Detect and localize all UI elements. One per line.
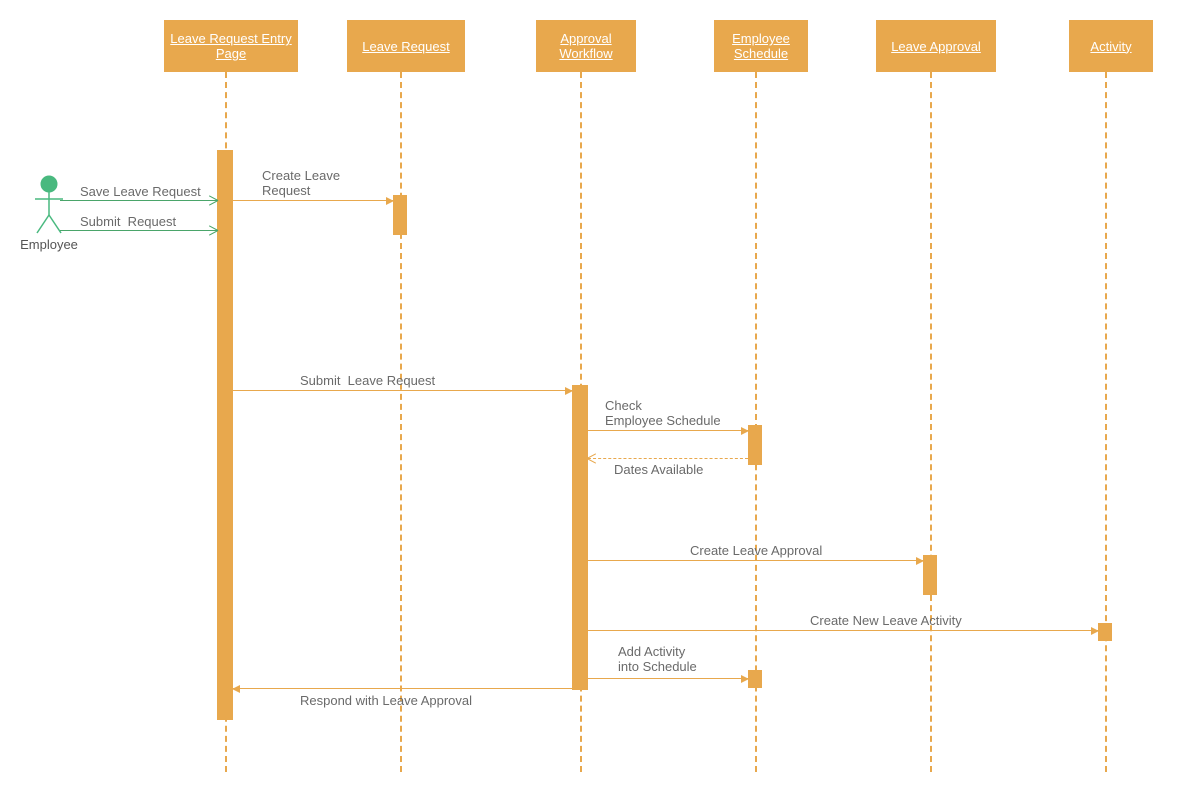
lifeline-schedule (755, 72, 757, 772)
msg-create-leave-approval-label: Create Leave Approval (690, 543, 822, 558)
msg-respond-approval-label: Respond with Leave Approval (300, 693, 472, 708)
activation-schedule-2 (748, 670, 762, 688)
lifeline-request (400, 72, 402, 772)
lifeline-head-schedule: Employee Schedule (714, 20, 808, 72)
msg-add-activity-label: Add Activity into Schedule (618, 644, 697, 674)
msg-create-new-activity-label: Create New Leave Activity (810, 613, 962, 628)
activation-approval (923, 555, 937, 595)
actor-icon (31, 175, 67, 235)
lifeline-head-activity: Activity (1069, 20, 1153, 72)
msg-dates-available (588, 458, 748, 459)
msg-dates-available-label: Dates Available (614, 462, 703, 477)
msg-create-leave-approval (588, 560, 923, 561)
lifeline-head-entry: Leave Request Entry Page (164, 20, 298, 72)
msg-submit-leave-request (233, 390, 572, 391)
msg-respond-approval (233, 688, 572, 689)
lifeline-head-request: Leave Request (347, 20, 465, 72)
lifeline-head-workflow: Approval Workflow (536, 20, 636, 72)
actor-label: Employee (14, 237, 84, 252)
msg-create-leave-request (233, 200, 393, 201)
msg-save-leave-request-label: Save Leave Request (80, 184, 201, 199)
msg-check-emp-schedule (588, 430, 748, 431)
activation-schedule-1 (748, 425, 762, 465)
msg-create-new-activity (588, 630, 1098, 631)
actor-employee: Employee (14, 175, 84, 252)
msg-save-leave-request (60, 200, 217, 201)
lifeline-head-approval: Leave Approval (876, 20, 996, 72)
activation-workflow (572, 385, 588, 690)
activation-activity (1098, 623, 1112, 641)
lifeline-approval (930, 72, 932, 772)
msg-submit-request-label: Submit Request (80, 214, 176, 229)
msg-check-emp-schedule-label: Check Employee Schedule (605, 398, 721, 428)
msg-create-leave-request-label: Create Leave Request (262, 168, 340, 198)
lifeline-activity (1105, 72, 1107, 772)
activation-entry (217, 150, 233, 720)
msg-submit-leave-request-label: Submit Leave Request (300, 373, 435, 388)
activation-request (393, 195, 407, 235)
msg-add-activity (588, 678, 748, 679)
msg-submit-request (60, 230, 217, 231)
